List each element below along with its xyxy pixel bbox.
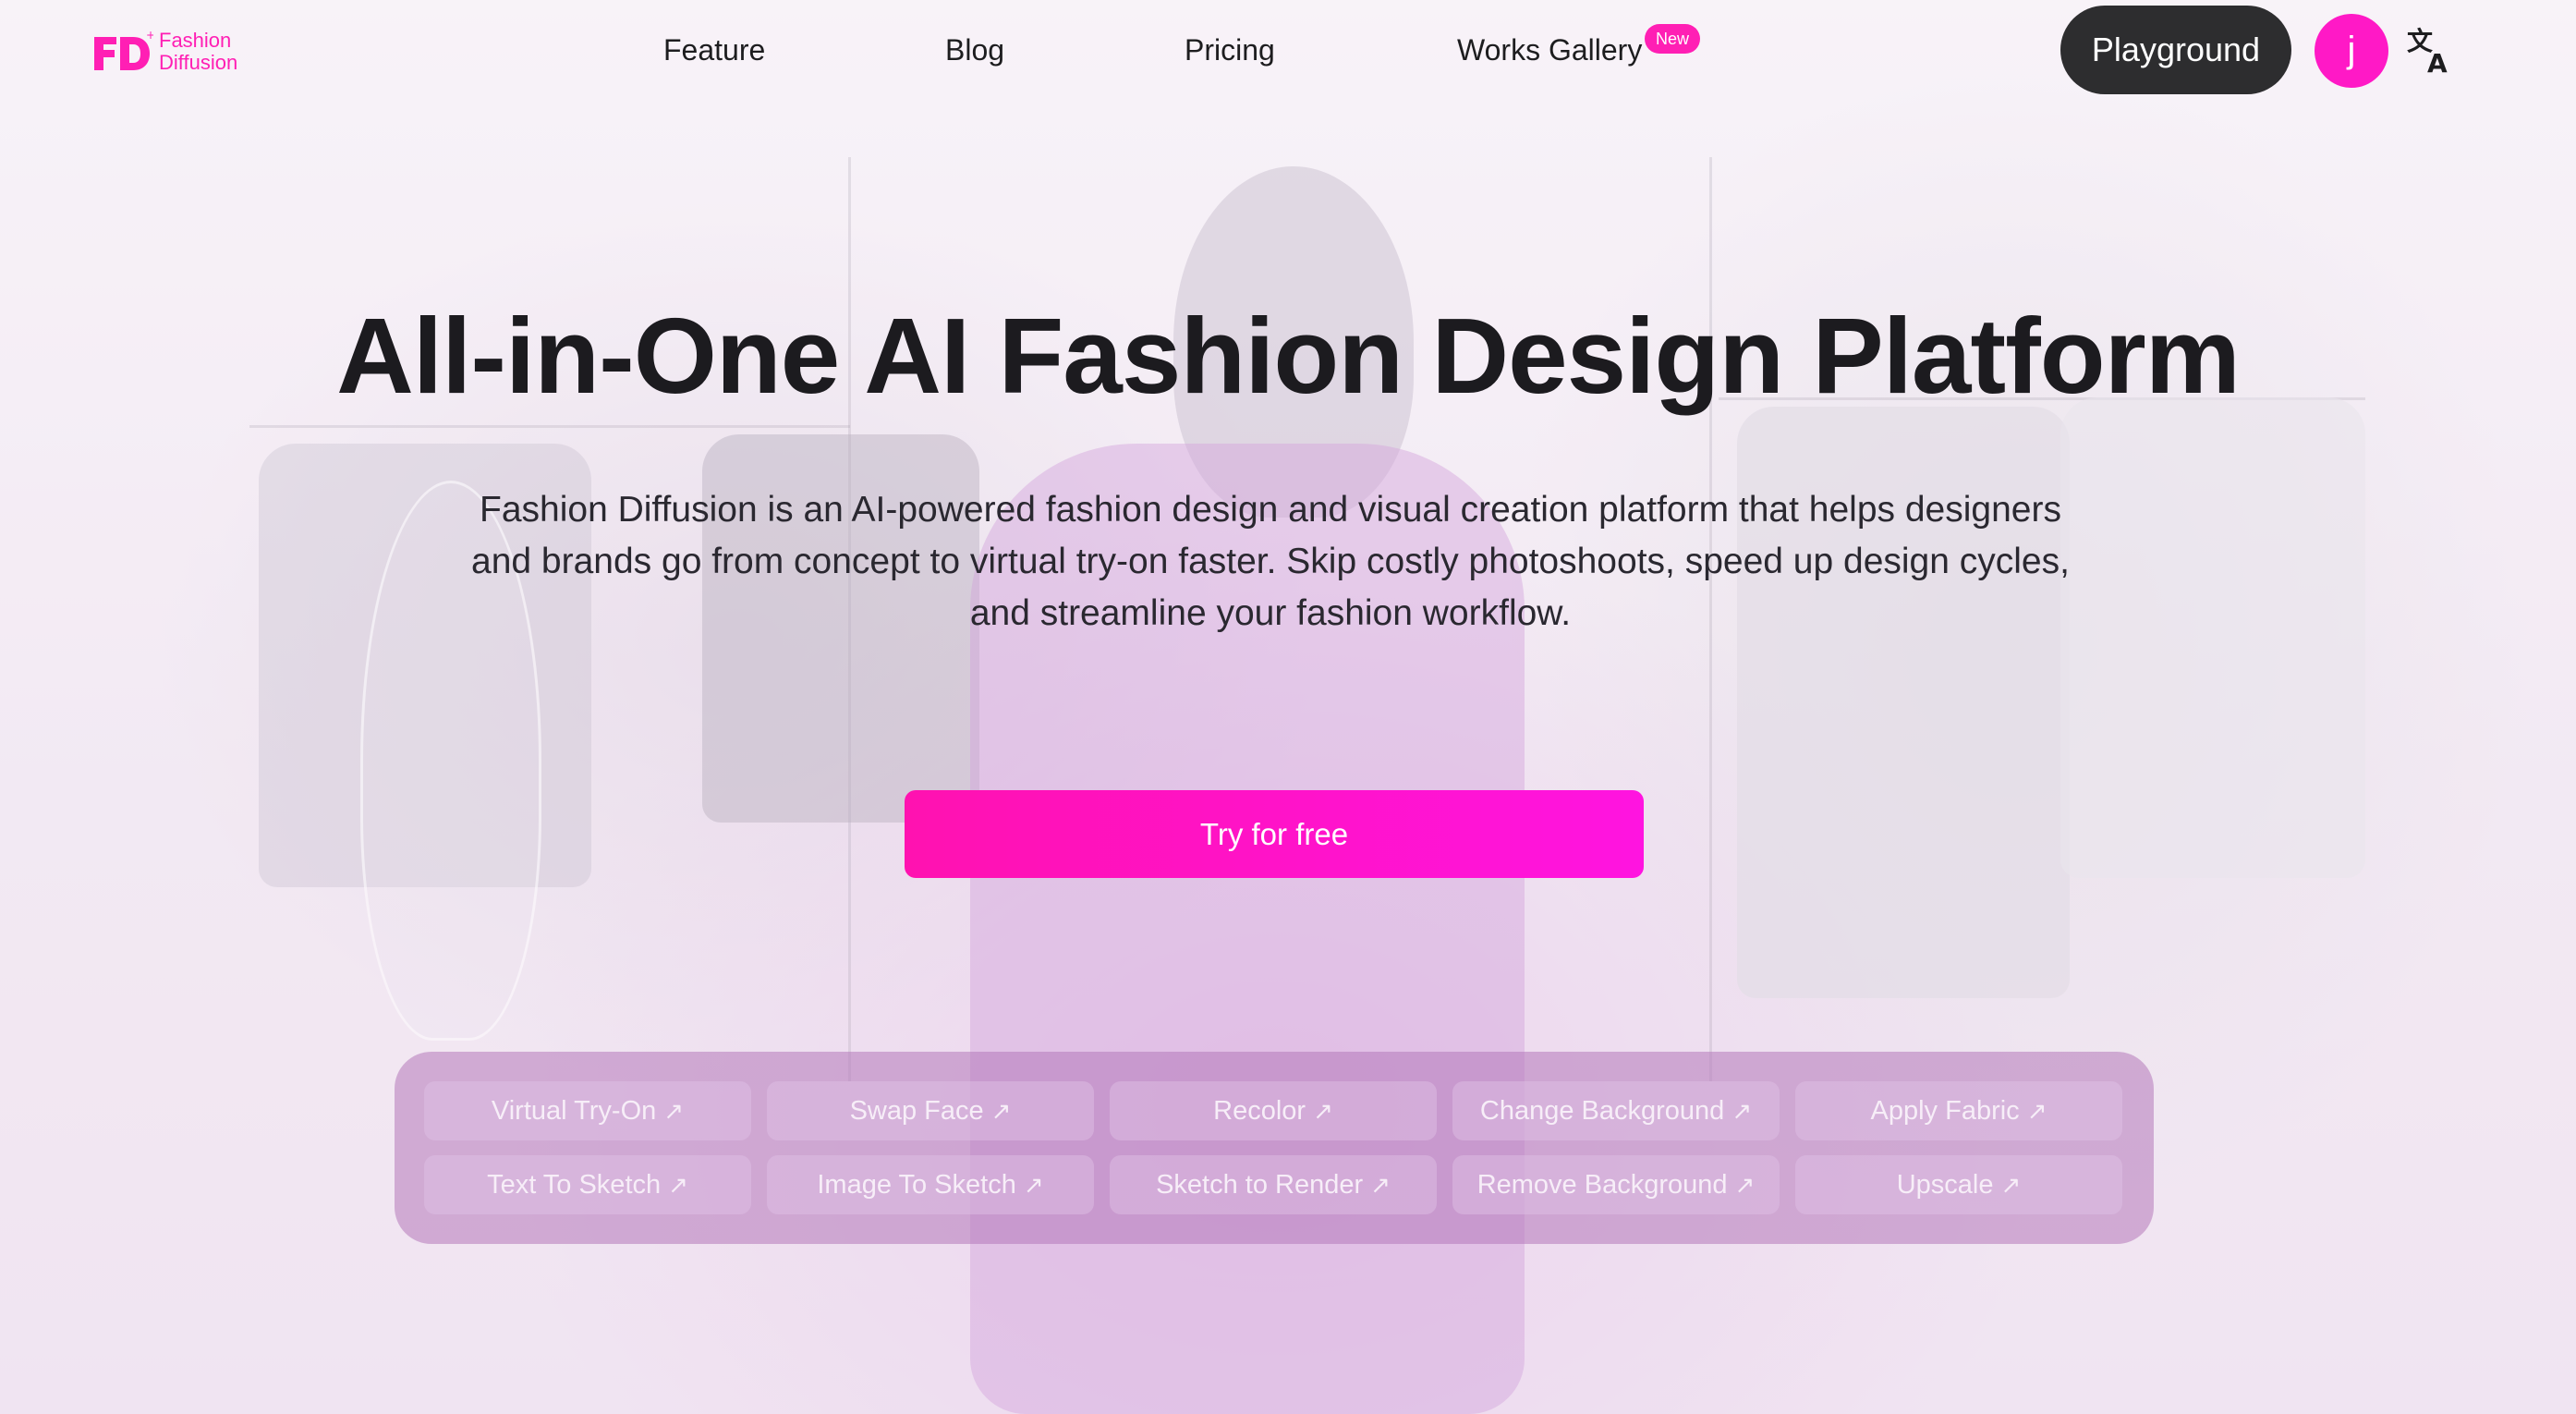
tool-apply-fabric[interactable]: Apply Fabric ↗ xyxy=(1795,1081,2122,1140)
tool-label: Text To Sketch xyxy=(487,1170,662,1200)
translate-icon[interactable]: 文 A xyxy=(2407,26,2453,76)
tool-label: Image To Sketch xyxy=(817,1170,1016,1200)
tool-label: Upscale xyxy=(1896,1170,1994,1200)
nav-link-works-gallery[interactable]: Works Gallery xyxy=(1457,33,1642,67)
playground-button[interactable]: Playground xyxy=(2060,6,2291,94)
nav-link-blog[interactable]: Blog xyxy=(945,33,1004,67)
user-avatar[interactable]: j xyxy=(2315,14,2388,88)
svg-text:+: + xyxy=(146,31,153,42)
tool-label: Swap Face xyxy=(849,1096,984,1126)
tool-recolor[interactable]: Recolor ↗ xyxy=(1110,1081,1437,1140)
try-for-free-button[interactable]: Try for free xyxy=(905,790,1644,878)
brand-logo[interactable]: + Fashion Diffusion xyxy=(92,26,259,81)
svg-text:A: A xyxy=(2427,48,2448,76)
tool-image-to-sketch[interactable]: Image To Sketch ↗ xyxy=(767,1155,1094,1214)
new-badge: New xyxy=(1645,24,1701,54)
hero-description: Fashion Diffusion is an AI-powered fashi… xyxy=(471,490,2070,633)
nav-link-pricing[interactable]: Pricing xyxy=(1185,33,1275,67)
arrow-up-right-icon: ↗ xyxy=(2000,1171,2022,1199)
tools-panel: Virtual Try-On ↗ Swap Face ↗ Recolor ↗ Chan… xyxy=(395,1052,2154,1244)
tool-upscale[interactable]: Upscale ↗ xyxy=(1795,1155,2122,1214)
tool-label: Sketch to Render xyxy=(1156,1170,1364,1200)
tool-swap-face[interactable]: Swap Face ↗ xyxy=(767,1081,1094,1140)
tool-change-background[interactable]: Change Background ↗ xyxy=(1452,1081,1780,1140)
hero-title: All-in-One AI Fashion Design Platform xyxy=(336,296,2241,416)
nav-link-feature[interactable]: Feature xyxy=(663,33,765,67)
arrow-up-right-icon: ↗ xyxy=(1370,1171,1391,1199)
tool-label: Recolor xyxy=(1213,1096,1306,1126)
arrow-up-right-icon: ↗ xyxy=(2026,1097,2047,1125)
arrow-up-right-icon: ↗ xyxy=(1023,1171,1044,1199)
tool-text-to-sketch[interactable]: Text To Sketch ↗ xyxy=(424,1155,751,1214)
arrow-up-right-icon: ↗ xyxy=(1734,1171,1756,1199)
arrow-up-right-icon: ↗ xyxy=(990,1097,1012,1125)
arrow-up-right-icon: ↗ xyxy=(668,1171,688,1199)
tool-label: Remove Background xyxy=(1476,1170,1728,1200)
arrow-up-right-icon: ↗ xyxy=(1732,1097,1753,1125)
tool-label: Apply Fabric xyxy=(1870,1096,2020,1126)
arrow-up-right-icon: ↗ xyxy=(1313,1097,1333,1125)
tool-label: Virtual Try-On xyxy=(491,1096,657,1126)
brand-name-line1: Fashion xyxy=(159,29,232,52)
arrow-up-right-icon: ↗ xyxy=(663,1097,685,1125)
tool-remove-background[interactable]: Remove Background ↗ xyxy=(1452,1155,1780,1214)
tool-label: Change Background xyxy=(1479,1096,1725,1126)
brand-name: Fashion Diffusion xyxy=(159,30,237,74)
brand-name-line2: Diffusion xyxy=(159,51,238,74)
tool-virtual-try-on[interactable]: Virtual Try-On ↗ xyxy=(424,1081,751,1140)
top-navigation: + Fashion Diffusion Feature Blog Pricing… xyxy=(0,0,2576,102)
fd-logo-icon: + xyxy=(94,31,153,70)
tool-sketch-to-render[interactable]: Sketch to Render ↗ xyxy=(1110,1155,1437,1214)
